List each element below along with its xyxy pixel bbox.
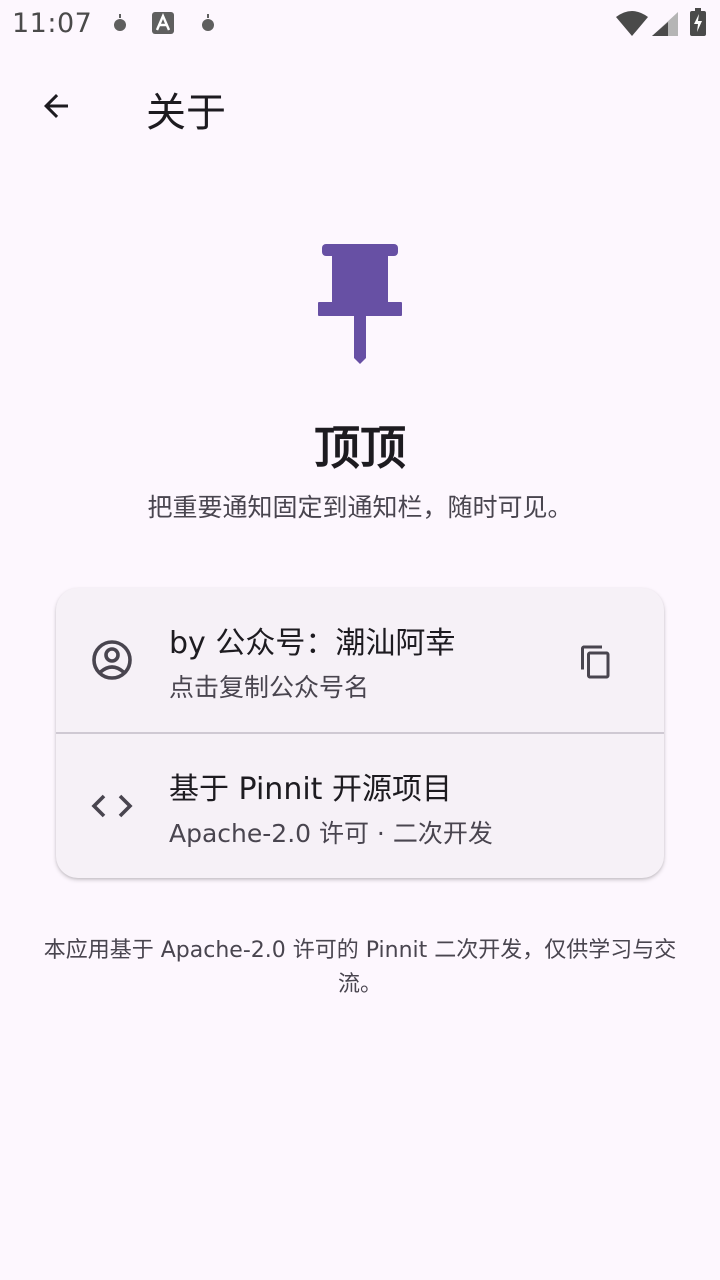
notification-dot-icon xyxy=(200,14,216,36)
code-icon xyxy=(90,784,134,828)
notification-dot-icon xyxy=(112,14,128,36)
author-title: by 公众号：潮汕阿幸 xyxy=(169,626,456,661)
account-circle-icon xyxy=(90,638,134,682)
push-pin-icon xyxy=(316,242,404,366)
status-time: 11:07 xyxy=(12,8,93,39)
arrow-back-icon xyxy=(44,94,68,118)
wifi-icon xyxy=(616,10,648,40)
source-row[interactable]: 基于 Pinnit 开源项目 Apache-2.0 许可 · 二次开发 xyxy=(56,734,664,878)
copy-icon xyxy=(581,645,610,679)
copy-button[interactable] xyxy=(570,636,622,688)
info-card: by 公众号：潮汕阿幸 点击复制公众号名 基于 Pinnit 开源项目 Apac… xyxy=(56,588,664,878)
author-row[interactable]: by 公众号：潮汕阿幸 点击复制公众号名 xyxy=(56,588,664,732)
top-app-bar: 关于 xyxy=(0,56,720,156)
app-tagline: 把重要通知固定到通知栏，随时可见。 xyxy=(147,493,573,522)
status-bar: 11:07 xyxy=(0,0,720,48)
back-button[interactable] xyxy=(28,78,84,134)
source-subtitle: Apache-2.0 许可 · 二次开发 xyxy=(169,819,493,848)
page-title: 关于 xyxy=(146,90,226,136)
accessibility-a-icon xyxy=(152,12,174,38)
cell-signal-icon xyxy=(652,12,678,40)
footer-note: 本应用基于 Apache-2.0 许可的 Pinnit 二次开发，仅供学习与交流… xyxy=(43,938,677,997)
app-name: 顶顶 xyxy=(314,421,406,475)
source-title: 基于 Pinnit 开源项目 xyxy=(169,772,452,807)
battery-charging-icon xyxy=(690,8,706,40)
author-subtitle: 点击复制公众号名 xyxy=(169,673,370,702)
